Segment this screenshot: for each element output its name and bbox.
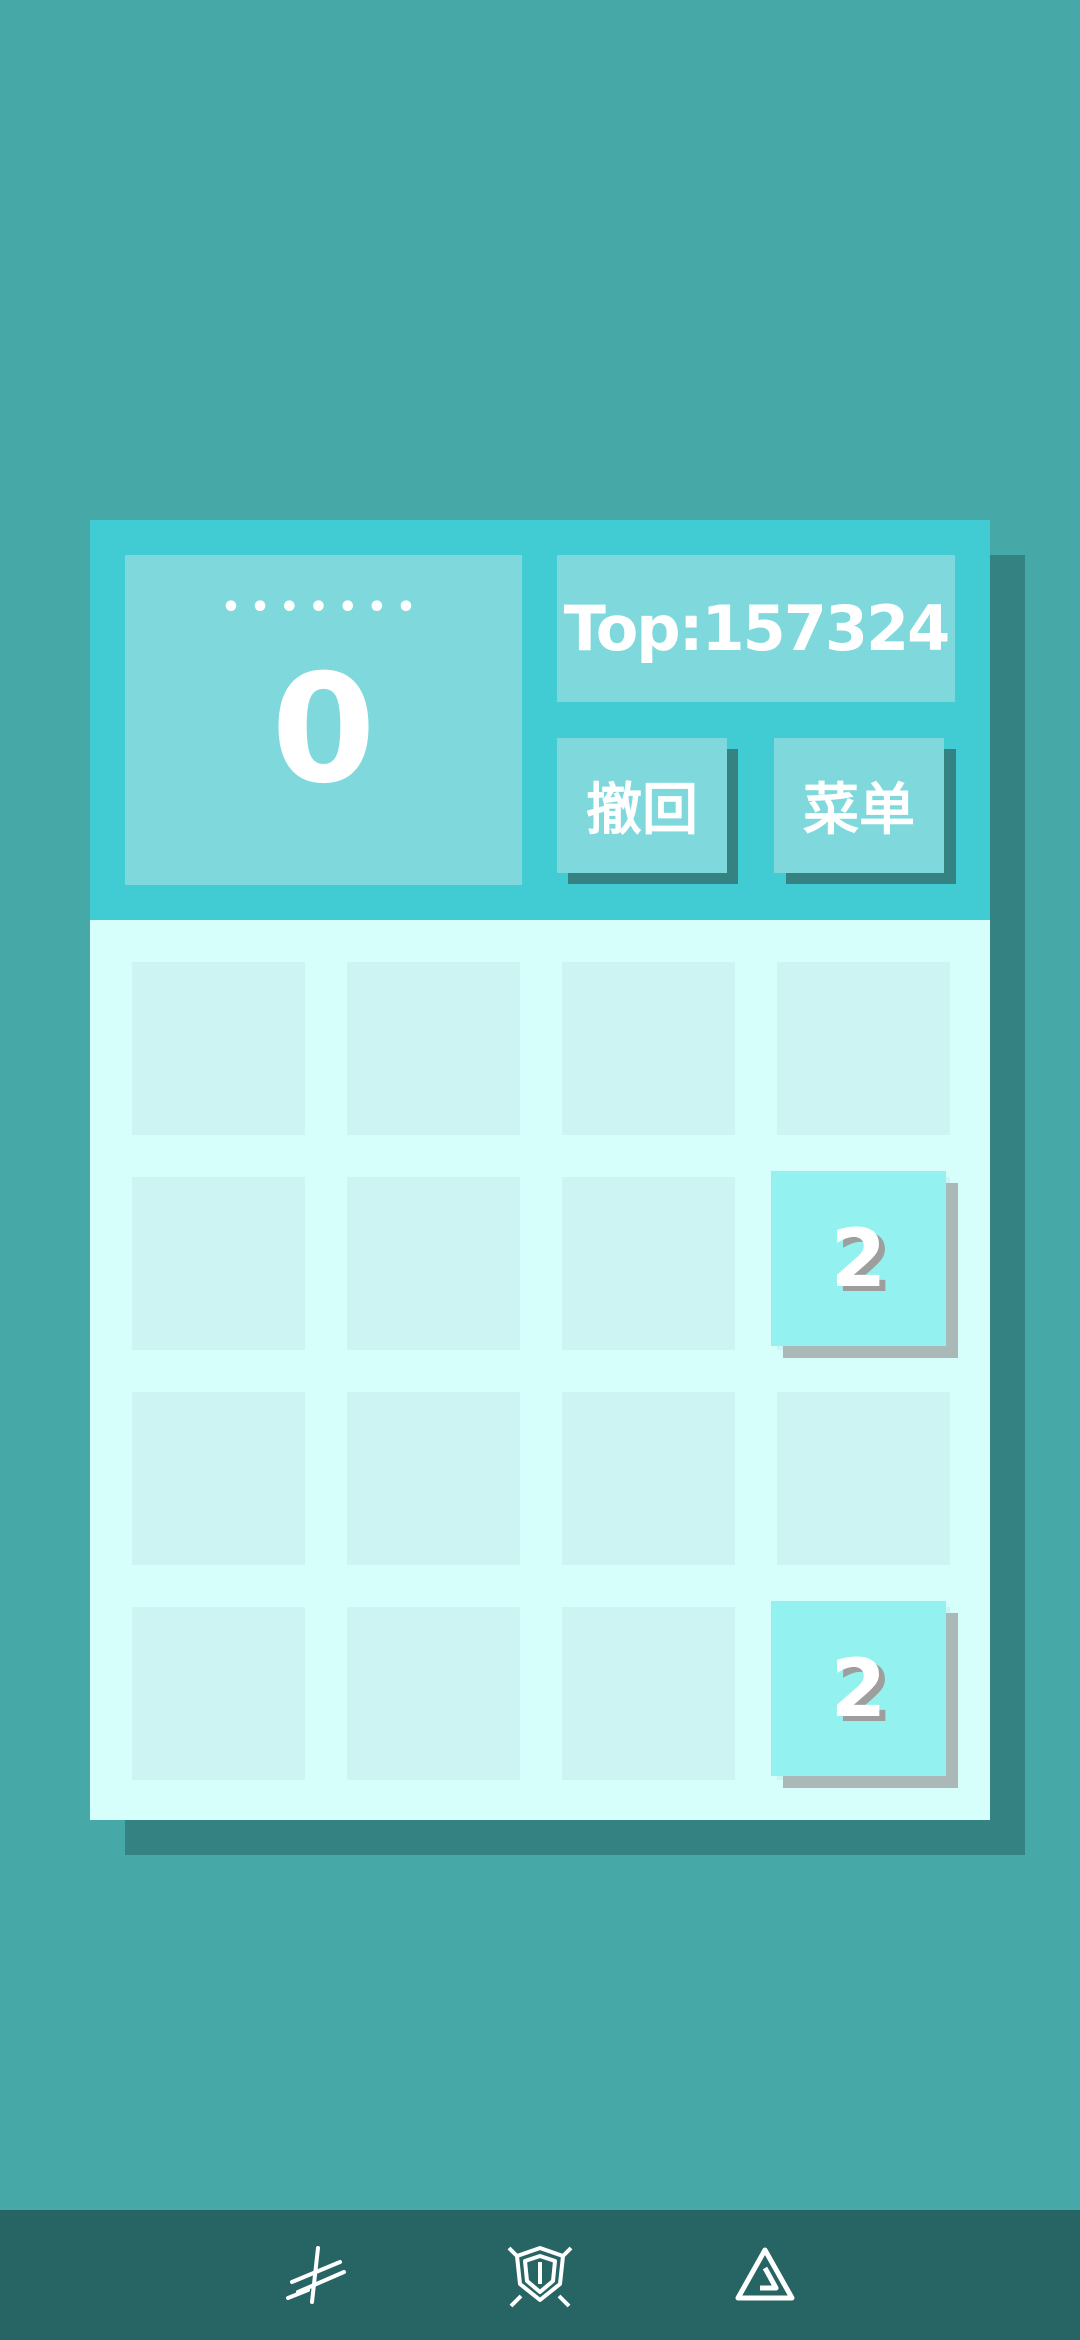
board-header: ••••••• 0 Top:157324 撤回 菜单 (90, 520, 990, 920)
tile-grid[interactable]: 22 (90, 920, 990, 1820)
triangle-logo-icon[interactable] (730, 2240, 800, 2310)
grid-cell (562, 1392, 735, 1565)
grid-cell (132, 1607, 305, 1780)
bottom-nav-bar (0, 2210, 1080, 2340)
score-panel: ••••••• 0 (125, 555, 522, 885)
grid-cell (132, 1177, 305, 1350)
number-tile: 2 (771, 1601, 946, 1776)
grid-cell (347, 962, 520, 1135)
grid-cell (777, 1392, 950, 1565)
grid-cell (347, 1607, 520, 1780)
menu-button[interactable]: 菜单 (774, 738, 944, 873)
grid-cell (562, 962, 735, 1135)
score-dots: ••••••• (221, 590, 426, 625)
grid-cell (347, 1392, 520, 1565)
grid-cell (562, 1177, 735, 1350)
top-score-panel: Top:157324 (557, 555, 955, 702)
shield-icon[interactable] (505, 2240, 575, 2310)
grid-cell (562, 1607, 735, 1780)
undo-button[interactable]: 撤回 (557, 738, 727, 873)
top-score-label: Top:157324 (563, 592, 951, 665)
number-tile: 2 (771, 1171, 946, 1346)
grid-cell (132, 962, 305, 1135)
current-score: 0 (271, 643, 376, 817)
grid-cell (347, 1177, 520, 1350)
game-board: ••••••• 0 Top:157324 撤回 菜单 22 (90, 520, 990, 1820)
grid-cell (132, 1392, 305, 1565)
blade-icon[interactable] (282, 2240, 352, 2310)
grid-cell (777, 962, 950, 1135)
